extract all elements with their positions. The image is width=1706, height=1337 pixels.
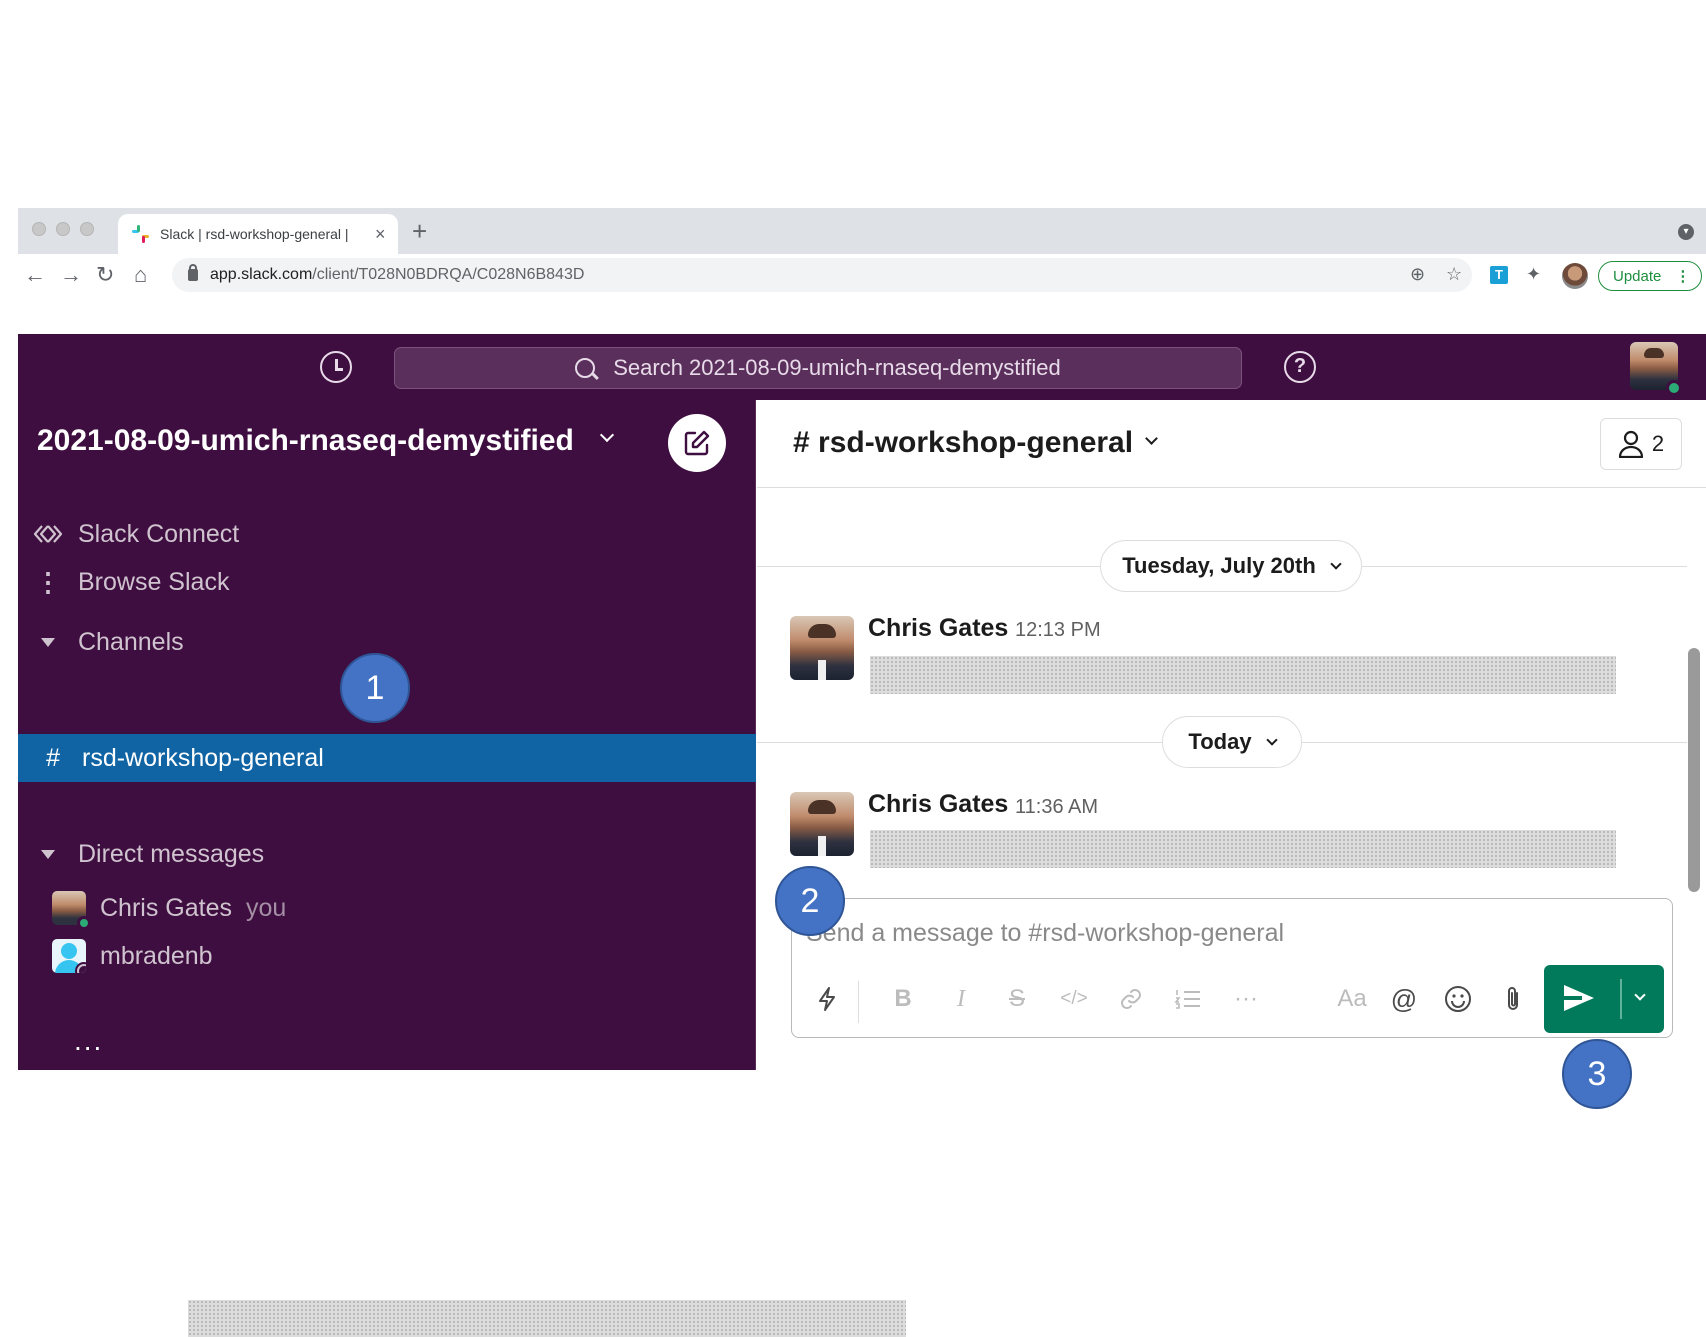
window-close-dot[interactable] (32, 222, 46, 236)
search-icon (575, 358, 596, 378)
home-icon[interactable]: ⌂ (134, 262, 147, 288)
shortcuts-lightning-icon[interactable] (812, 981, 842, 1017)
sidebar-dm-chris-gates[interactable]: Chris Gates you (18, 886, 756, 930)
callout-3: 3 (1562, 1039, 1632, 1109)
hash-icon: # (46, 743, 60, 772)
emoji-icon[interactable] (1442, 981, 1474, 1017)
forward-arrow-icon[interactable]: → (60, 262, 82, 288)
message-timestamp[interactable]: 12:13 PM (1015, 619, 1101, 642)
caret-down-icon (41, 849, 55, 859)
chevron-down-icon (1265, 733, 1278, 746)
tab-strip: Slack | rsd-workshop-general | × + ▾ (18, 208, 1706, 254)
sidebar-item-slack-connect[interactable]: Slack Connect (18, 510, 756, 558)
zoom-icon[interactable]: ⊕ (1410, 264, 1425, 285)
window-minimize-dot[interactable] (56, 222, 70, 236)
compose-button[interactable] (668, 414, 726, 472)
more-ellipsis-icon[interactable]: ... (74, 1027, 103, 1055)
avatar[interactable] (790, 792, 854, 856)
channel-header: # rsd-workshop-general 2 (757, 400, 1706, 488)
new-tab-icon[interactable]: + (412, 216, 427, 247)
slack-favicon-icon (132, 225, 150, 243)
presence-active-icon (77, 916, 91, 930)
vertical-dots-icon: ⋮ (35, 567, 61, 597)
extensions-puzzle-icon[interactable]: ✦ (1526, 264, 1541, 285)
browser-update-button[interactable]: Update ⋮ (1598, 261, 1702, 291)
avatar (52, 891, 91, 930)
sidebar-section-direct-messages[interactable]: Direct messages (18, 830, 756, 878)
italic-icon[interactable]: I (946, 981, 976, 1017)
compose-icon (684, 430, 710, 456)
browser-profile-avatar[interactable] (1562, 263, 1588, 289)
browser-toolbar: ← → ↻ ⌂ app.slack.com/client/T028N0BDRQA… (18, 254, 1706, 298)
tab-title: Slack | rsd-workshop-general | (160, 226, 349, 242)
date-divider-pill[interactable]: Today (1162, 716, 1302, 768)
link-icon[interactable] (1116, 981, 1146, 1017)
slack-top-bar: Search 2021-08-09-umich-rnaseq-demystifi… (18, 334, 1706, 400)
callout-2: 2 (775, 866, 845, 936)
toolbar-separator (858, 981, 859, 1023)
sidebar-item-rsd-workshop-general[interactable]: # rsd-workshop-general (18, 734, 756, 782)
reload-icon[interactable]: ↻ (96, 262, 114, 288)
screenshot-stage: Slack | rsd-workshop-general | × + ▾ ← →… (0, 0, 1706, 1337)
mention-icon[interactable]: @ (1388, 981, 1420, 1017)
message-timestamp[interactable]: 11:36 AM (1015, 796, 1098, 819)
channel-title[interactable]: # rsd-workshop-general (793, 426, 1133, 460)
avatar (52, 939, 86, 973)
back-arrow-icon[interactable]: ← (24, 262, 46, 288)
tab-search-icon[interactable]: ▾ (1678, 224, 1694, 240)
message-input[interactable] (806, 919, 1506, 948)
send-separator (1620, 979, 1622, 1019)
address-bar[interactable]: app.slack.com/client/T028N0BDRQA/C028N6B… (172, 258, 1472, 292)
redacted-message-text (870, 656, 1616, 694)
send-button[interactable] (1544, 965, 1664, 1033)
person-icon (1618, 430, 1643, 458)
sidebar: 2021-08-09-umich-rnaseq-demystified Slac… (18, 400, 756, 1070)
redacted-caption (188, 1300, 906, 1337)
more-formatting-icon[interactable]: ··· (1230, 981, 1262, 1017)
text-style-icon[interactable]: Aa (1334, 981, 1370, 1017)
date-divider-pill[interactable]: Tuesday, July 20th (1100, 540, 1362, 592)
avatar[interactable] (790, 616, 854, 680)
ordered-list-icon[interactable] (1172, 981, 1204, 1017)
sidebar-item-browse-slack[interactable]: ⋮ Browse Slack (18, 558, 756, 606)
help-icon[interactable]: ? (1284, 351, 1316, 383)
lock-icon (188, 264, 198, 281)
callout-1: 1 (340, 653, 410, 723)
history-clock-icon[interactable] (320, 351, 352, 383)
schedule-send-chevron-icon[interactable] (1634, 989, 1646, 1001)
bookmark-star-icon[interactable]: ☆ (1446, 264, 1462, 285)
chevron-down-icon[interactable] (1145, 432, 1158, 445)
message-author[interactable]: Chris Gates (868, 790, 1008, 819)
members-button[interactable]: 2 (1600, 418, 1682, 470)
sidebar-dm-mbradenb[interactable]: mbradenb (18, 934, 756, 978)
message-scrollbar[interactable] (1688, 648, 1700, 892)
message-author[interactable]: Chris Gates (868, 614, 1008, 643)
message-composer: B I S </> ··· Aa @ (791, 898, 1673, 1038)
chevron-down-icon[interactable] (599, 427, 615, 443)
workspace-name[interactable]: 2021-08-09-umich-rnaseq-demystified (37, 424, 574, 458)
redacted-message-text (870, 830, 1616, 868)
member-count: 2 (1651, 431, 1665, 456)
strikethrough-icon[interactable]: S (1002, 981, 1032, 1017)
search-bar[interactable]: Search 2021-08-09-umich-rnaseq-demystifi… (394, 347, 1242, 389)
search-placeholder: Search 2021-08-09-umich-rnaseq-demystifi… (613, 355, 1061, 380)
presence-active-icon (1666, 380, 1682, 396)
tab-close-icon[interactable]: × (375, 224, 386, 245)
caret-down-icon (41, 637, 55, 647)
trello-extension-icon[interactable]: T (1490, 266, 1508, 284)
attachment-paperclip-icon[interactable] (1498, 981, 1528, 1017)
slack-connect-icon (18, 524, 78, 544)
chevron-down-icon (1330, 557, 1342, 570)
url-text: app.slack.com/client/T028N0BDRQA/C028N6B… (210, 266, 585, 283)
browser-tab-slack[interactable]: Slack | rsd-workshop-general | × (118, 214, 398, 254)
presence-away-icon (77, 964, 86, 973)
browser-window: Slack | rsd-workshop-general | × + ▾ ← →… (18, 208, 1706, 334)
bold-icon[interactable]: B (888, 981, 918, 1017)
send-arrow-icon (1564, 985, 1594, 1011)
browser-menu-icon[interactable]: ⋮ (1675, 267, 1690, 285)
code-icon[interactable]: </> (1054, 981, 1094, 1017)
window-zoom-dot[interactable] (80, 222, 94, 236)
